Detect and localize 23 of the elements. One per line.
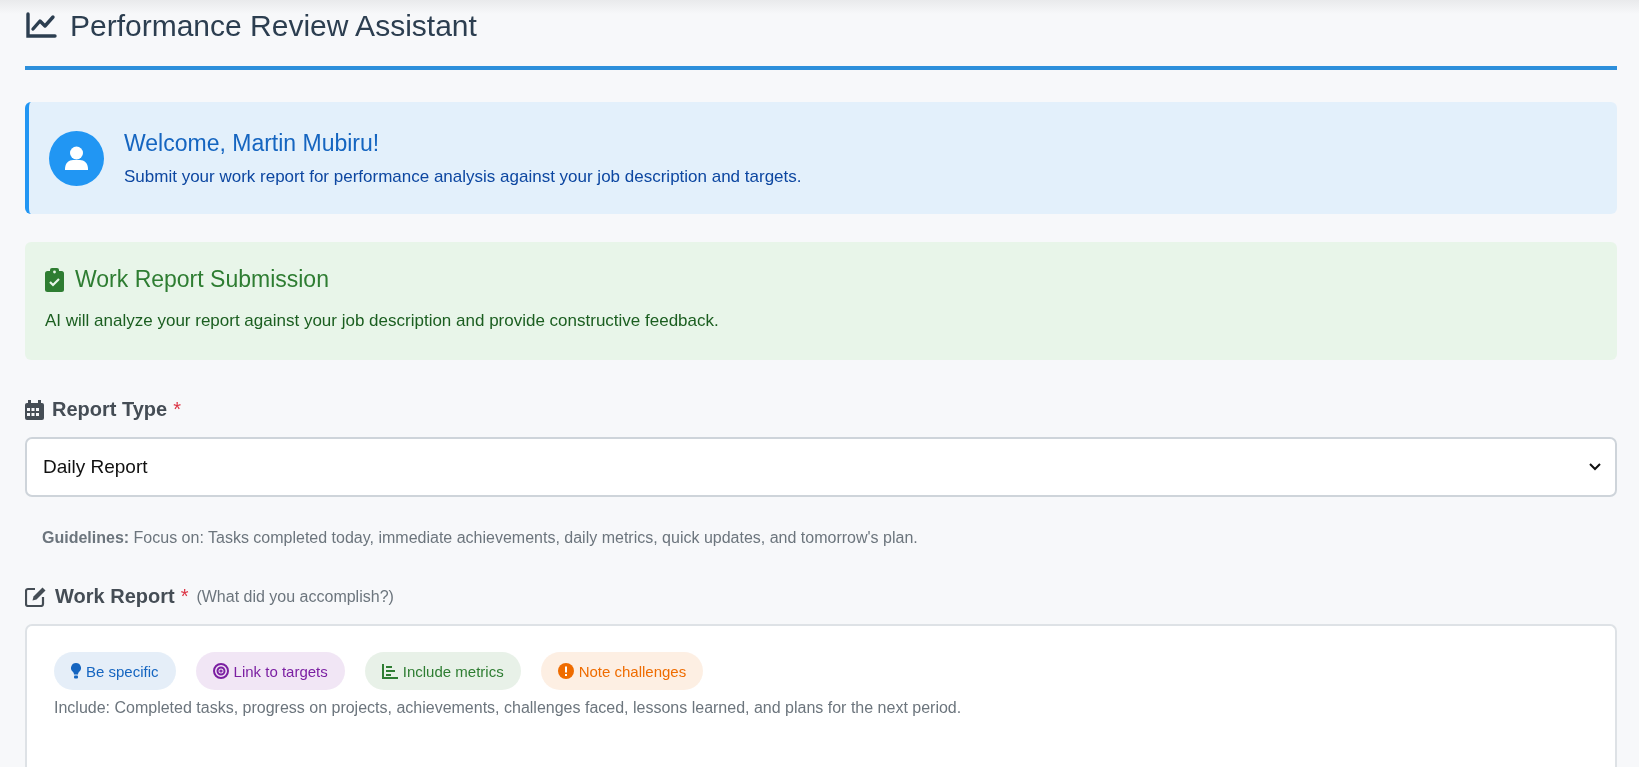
tip-chip: Note challenges: [540, 652, 704, 690]
notice-text: AI will analyze your report against your job description and provide constructive feedback.: [45, 311, 720, 331]
welcome-text: Submit your work report for performance analysis against your job description and targets.: [124, 166, 802, 187]
notice-title: Work Report Submission: [75, 266, 329, 293]
welcome-title: Welcome, Martin Mubiru!: [124, 129, 381, 157]
clipboard-check-icon: [45, 267, 64, 292]
guidelines-text: Guidelines: Focus on: Tasks completed today, immediate achievements, daily metrics, quick updates, and tomorrow's plan.: [42, 529, 919, 547]
report-type-label: Report Type: [52, 398, 168, 421]
edit-icon: [25, 586, 47, 607]
tip-chip: Be specific: [54, 652, 176, 690]
chevron-down-icon: [1589, 463, 1601, 471]
required-mark: *: [180, 585, 189, 608]
user-avatar-icon: [49, 130, 104, 186]
report-type-select[interactable]: Daily Report: [25, 437, 1617, 497]
work-report-label: Work Report: [55, 585, 175, 608]
tip-chip: Include metrics: [364, 652, 521, 690]
work-report-field[interactable]: Include: Completed tasks, progress on projects, achievements, challenges faced, lessons learned, and plans for the next period.: [54, 699, 1588, 729]
work-report-hint: (What did you accomplish?): [196, 587, 394, 606]
page-title: Performance Review Assistant: [70, 9, 477, 43]
required-mark: *: [173, 398, 181, 421]
line-chart-icon: [25, 12, 57, 40]
calendar-icon: [25, 399, 44, 420]
tip-chip: Link to targets: [195, 652, 345, 690]
